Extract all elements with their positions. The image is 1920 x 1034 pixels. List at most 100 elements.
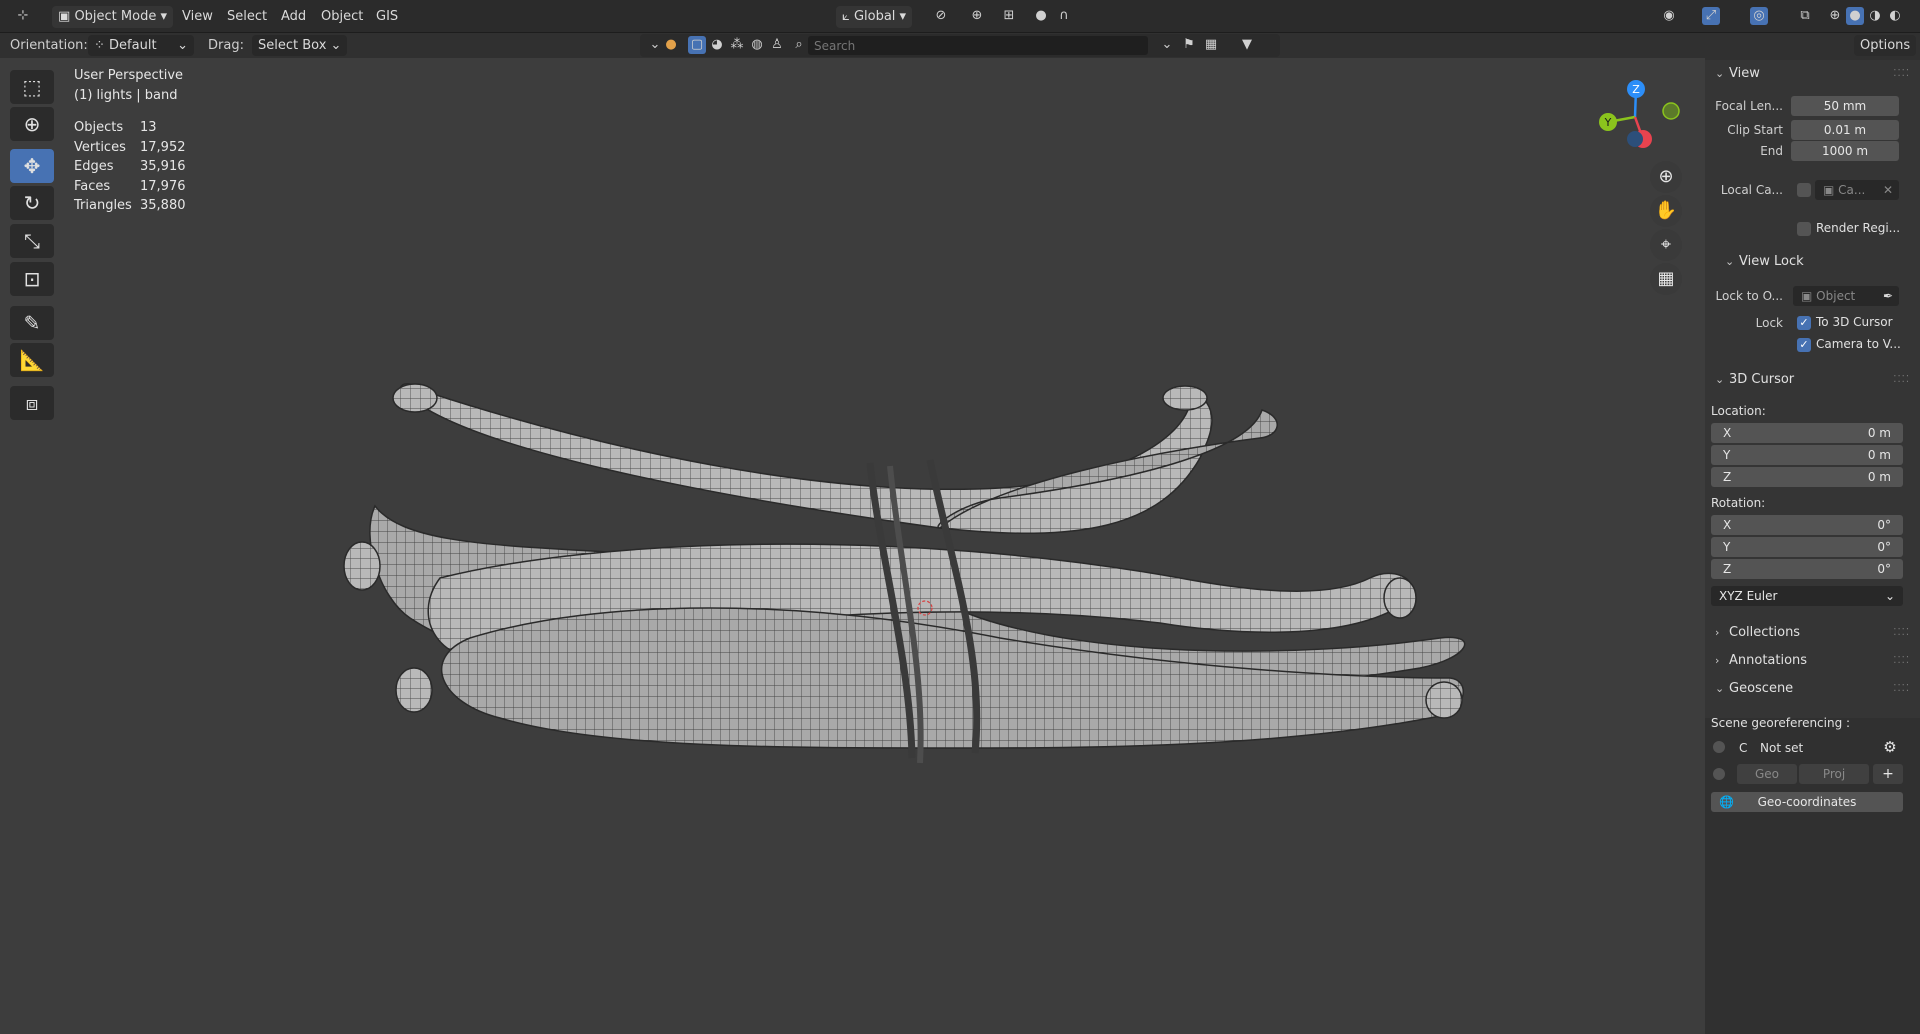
display-mode-icon[interactable]: ▦	[1202, 36, 1220, 54]
panel-header-annotations[interactable]: › Annotations ⁚⁚⁚⁚	[1705, 649, 1920, 673]
geo-field[interactable]: Geo	[1737, 764, 1797, 784]
particles-filter-icon[interactable]: ⁂	[728, 36, 746, 54]
move-tool[interactable]: ✥	[10, 149, 54, 183]
close-icon[interactable]: ✕	[1883, 180, 1893, 200]
chevron-down-icon: ⌄	[177, 38, 188, 53]
shading-filter-icon[interactable]: ◕	[708, 36, 726, 54]
panel-header-geoscene[interactable]: ⌄ Geoscene ⁚⁚⁚⁚	[1705, 677, 1920, 701]
pan-button[interactable]: ✋	[1650, 195, 1682, 227]
local-camera-checkbox[interactable]	[1797, 183, 1811, 197]
axis-value: 0°	[1877, 518, 1891, 532]
clip-start-field[interactable]: 0.01 m	[1791, 120, 1899, 140]
stat-row-faces: Faces 17,976	[74, 179, 186, 194]
chevron-down-icon[interactable]: ⌄	[1158, 36, 1176, 54]
lock-to-object-field[interactable]: ▣ Object ✒	[1793, 286, 1899, 306]
clip-start-label: Clip Start	[1727, 123, 1783, 137]
rotation-mode-dropdown[interactable]: XYZ Euler ⌄	[1711, 586, 1903, 606]
proportional-edit-icon[interactable]: ●	[1032, 7, 1050, 25]
eyedropper-icon[interactable]: ✒	[1883, 286, 1893, 306]
local-camera-field[interactable]: ▣ Ca... ✕	[1815, 180, 1899, 200]
rotation-label: Rotation:	[1711, 496, 1766, 510]
lock-to-cursor-checkbox[interactable]: ✓	[1797, 316, 1811, 330]
world-filter-icon[interactable]: ◍	[748, 36, 766, 54]
drag-handle-icon[interactable]: ⁚⁚⁚⁚	[1893, 621, 1910, 645]
focal-length-field[interactable]: 50 mm	[1791, 96, 1899, 116]
pivot-point-icon[interactable]: ⊘	[932, 7, 950, 25]
plus-icon: +	[1882, 766, 1894, 782]
georef-label: Scene georeferencing :	[1711, 716, 1851, 730]
menu-select[interactable]: Select	[227, 0, 267, 33]
camera-view-button[interactable]: ⌖	[1650, 229, 1682, 261]
scale-tool[interactable]: ⤡	[10, 224, 54, 258]
geo-coordinates-label: Geo-coordinates	[1757, 795, 1857, 809]
orientation-dropdown[interactable]: ⁘ Default ⌄	[88, 35, 194, 56]
stat-label: Faces	[74, 179, 111, 194]
rotate-tool[interactable]: ↻	[10, 186, 54, 220]
clip-end-field[interactable]: 1000 m	[1791, 141, 1899, 161]
xray-toggle-icon[interactable]: ⧉	[1796, 7, 1814, 25]
editor-type-icon[interactable]: ⊹	[14, 7, 32, 25]
crs-radio[interactable]	[1713, 741, 1725, 753]
solid-shading-icon[interactable]: ●	[1846, 7, 1864, 25]
clip-end-label: End	[1760, 144, 1783, 158]
transform-orientation-dropdown[interactable]: ⟀ Global ▾	[836, 6, 913, 28]
render-region-checkbox[interactable]	[1797, 222, 1811, 236]
cursor-location-x[interactable]: X 0 m	[1711, 423, 1903, 443]
snap-toggle-icon[interactable]: ⊕	[968, 7, 986, 25]
gizmo-toggle-icon[interactable]: ⤢	[1702, 7, 1720, 25]
cursor-location-z[interactable]: Z 0 m	[1711, 467, 1903, 487]
annotate-tool[interactable]: ✎	[10, 306, 54, 340]
snap-target-icon[interactable]: ⊞	[1000, 7, 1018, 25]
panel-header-collections[interactable]: › Collections ⁚⁚⁚⁚	[1705, 621, 1920, 645]
panel-header-view[interactable]: ⌄ View ⁚⁚⁚⁚	[1705, 62, 1920, 86]
geo-coordinates-button[interactable]: 🌐 Geo-coordinates	[1711, 792, 1903, 812]
stat-row-vertices: Vertices 17,952	[74, 140, 186, 155]
mode-selector[interactable]: ▣ Object Mode ▾	[52, 6, 174, 28]
menu-gis[interactable]: GIS	[376, 0, 398, 33]
panel-header-3d-cursor[interactable]: ⌄ 3D Cursor ⁚⁚⁚⁚	[1705, 368, 1920, 392]
drag-handle-icon[interactable]: ⁚⁚⁚⁚	[1893, 677, 1910, 701]
zoom-button[interactable]: ⊕	[1650, 161, 1682, 193]
color-wheel-icon[interactable]: ●	[662, 36, 680, 54]
geo-radio[interactable]	[1713, 768, 1725, 780]
header-bar: ⊹ ▣ Object Mode ▾ View Select Add Object…	[0, 0, 1920, 33]
cursor-location-y[interactable]: Y 0 m	[1711, 445, 1903, 465]
select-filter-icon[interactable]: ▢	[688, 36, 706, 54]
stat-value: 13	[140, 120, 157, 135]
add-cube-tool[interactable]: ⧈	[10, 386, 54, 420]
cursor-rotation-x[interactable]: X 0°	[1711, 515, 1903, 535]
wireframe-shading-icon[interactable]: ⊕	[1826, 7, 1844, 25]
select-box-tool[interactable]: ⬚	[10, 70, 54, 104]
material-shading-icon[interactable]: ◑	[1866, 7, 1884, 25]
options-button[interactable]: Options	[1854, 35, 1916, 56]
measure-tool[interactable]: 📐	[10, 343, 54, 377]
cursor-tool[interactable]: ⊕	[10, 107, 54, 141]
drag-dropdown[interactable]: Select Box ⌄	[252, 35, 348, 56]
drag-handle-icon[interactable]: ⁚⁚⁚⁚	[1893, 368, 1910, 392]
3d-viewport[interactable]: User Perspective (1) lights | band Objec…	[0, 58, 1705, 1034]
navigation-gizmo[interactable]: Z Y	[1580, 72, 1680, 162]
transform-tool[interactable]: ⊡	[10, 262, 54, 296]
cursor-rotation-y[interactable]: Y 0°	[1711, 537, 1903, 557]
add-crs-button[interactable]: +	[1873, 764, 1903, 784]
proj-field[interactable]: Proj	[1799, 764, 1869, 784]
gear-icon[interactable]: ⚙	[1879, 737, 1901, 757]
overlay-toggle-icon[interactable]: ◎	[1750, 7, 1768, 25]
search-input[interactable]	[808, 36, 1148, 55]
cursor-rotation-z[interactable]: Z 0°	[1711, 559, 1903, 579]
filter-icon[interactable]: ▼	[1238, 36, 1256, 54]
visibility-icon[interactable]: ◉	[1660, 7, 1678, 25]
rendered-shading-icon[interactable]: ◐	[1886, 7, 1904, 25]
bookmark-icon[interactable]: ⚑	[1180, 36, 1198, 54]
menu-add[interactable]: Add	[281, 0, 306, 33]
menu-view[interactable]: View	[182, 0, 213, 33]
stat-value: 35,916	[140, 159, 186, 174]
camera-to-view-checkbox[interactable]: ✓	[1797, 338, 1811, 352]
perspective-toggle-button[interactable]: ▦	[1650, 263, 1682, 295]
drag-handle-icon[interactable]: ⁚⁚⁚⁚	[1893, 62, 1910, 86]
drag-handle-icon[interactable]: ⁚⁚⁚⁚	[1893, 649, 1910, 673]
panel-header-view-lock[interactable]: ⌄ View Lock	[1705, 250, 1920, 274]
falloff-icon[interactable]: ∩	[1055, 7, 1073, 25]
menu-object[interactable]: Object	[321, 0, 363, 33]
scene-filter-icon[interactable]: ♙	[768, 36, 786, 54]
